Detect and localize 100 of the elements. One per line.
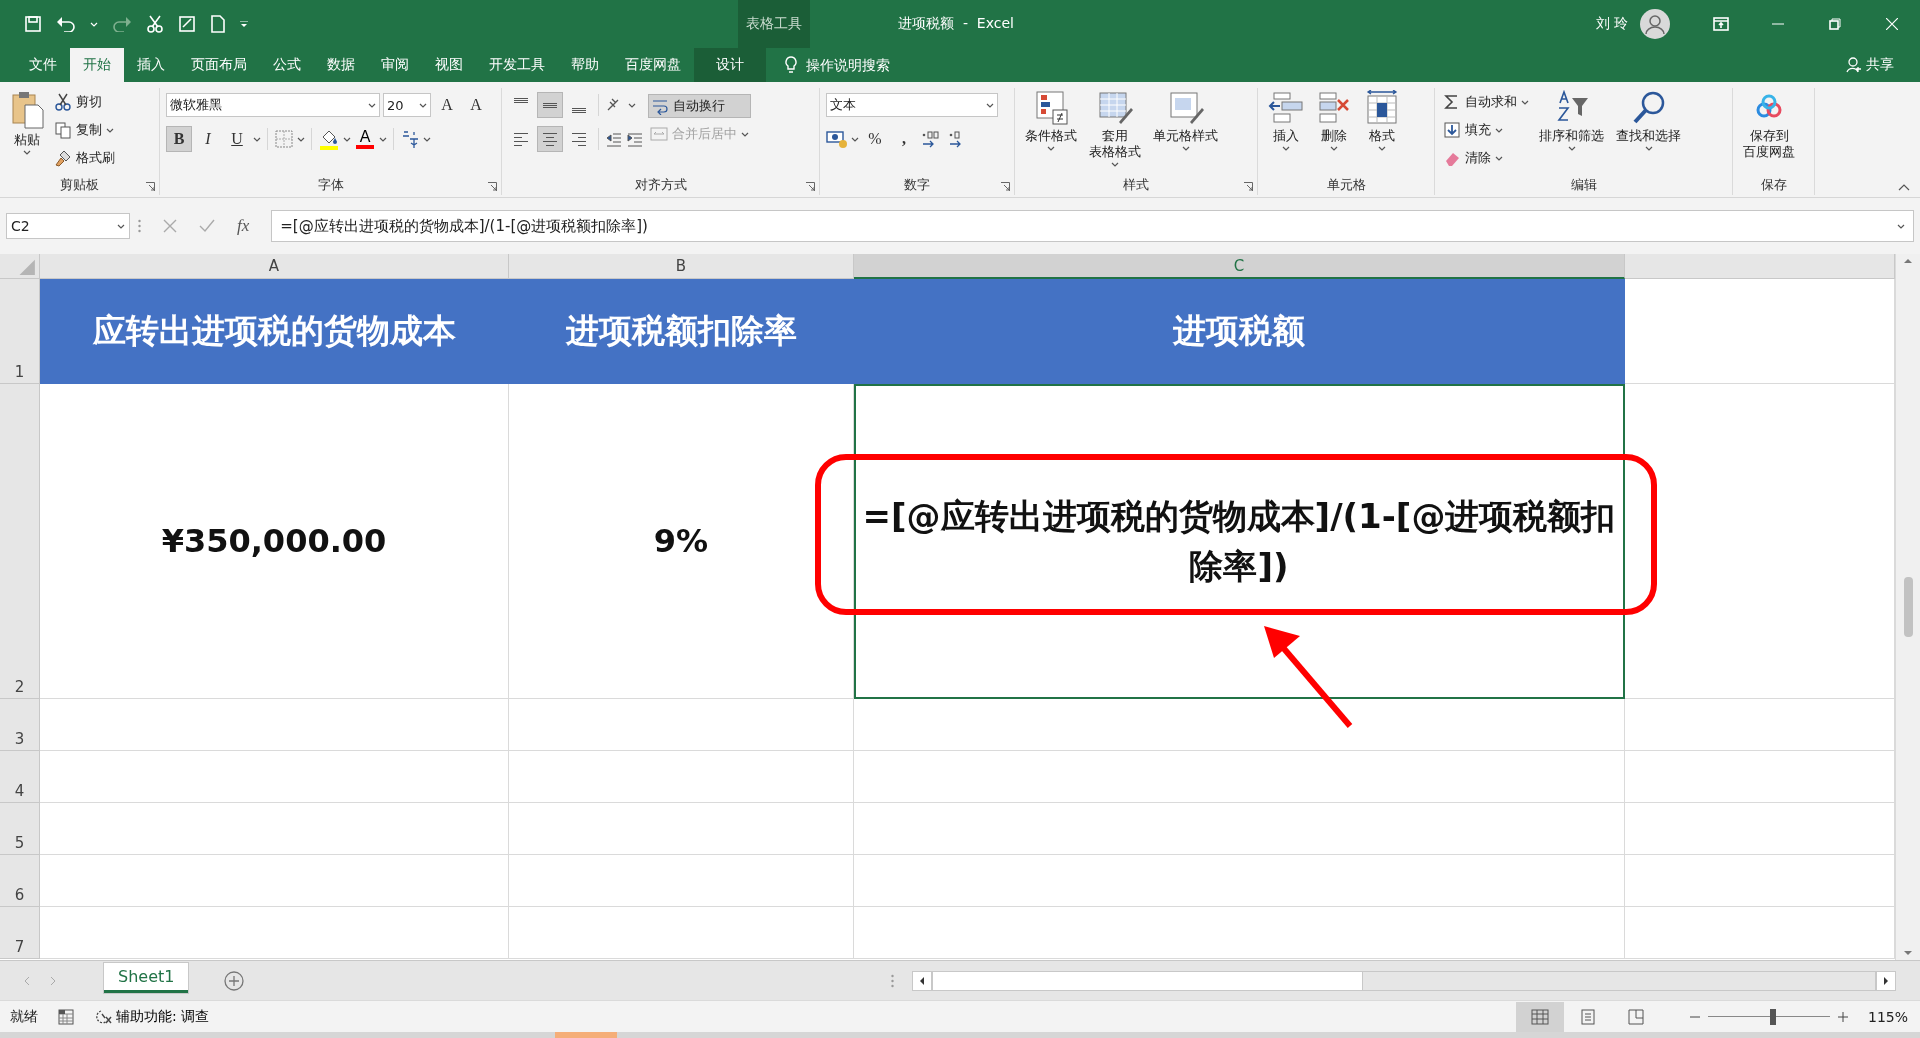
sheet-tab[interactable]: Sheet1 xyxy=(104,962,189,993)
zoom-level[interactable]: 115% xyxy=(1868,1008,1908,1025)
column-header[interactable]: C xyxy=(854,254,1625,279)
caret-icon[interactable] xyxy=(1111,162,1119,167)
dropdown-caret-icon[interactable] xyxy=(986,102,994,108)
row-header[interactable]: 2 xyxy=(0,384,40,699)
comma-style-button[interactable]: , xyxy=(891,126,917,152)
caret-icon[interactable] xyxy=(1282,146,1290,151)
empty-cell[interactable] xyxy=(854,855,1625,907)
caret-icon[interactable] xyxy=(1495,155,1503,161)
row-header[interactable]: 7 xyxy=(0,907,40,959)
ribbon-tab[interactable]: 审阅 xyxy=(368,48,422,82)
percent-style-button[interactable]: % xyxy=(862,126,888,152)
empty-cell[interactable] xyxy=(854,699,1625,751)
ribbon-tab[interactable]: 公式 xyxy=(260,48,314,82)
conditional-formatting-button[interactable]: 条件格式 xyxy=(1021,88,1081,175)
row-header[interactable]: 1 xyxy=(0,279,40,384)
header-cell[interactable]: 进项税额 xyxy=(854,279,1625,384)
customize-icon[interactable] xyxy=(240,21,248,27)
find-select-button[interactable]: 查找和选择 xyxy=(1612,88,1685,175)
share-button[interactable]: 共享 xyxy=(1840,48,1900,82)
empty-cell[interactable] xyxy=(854,803,1625,855)
print-preview-icon[interactable] xyxy=(178,15,196,33)
zoom-slider-thumb[interactable] xyxy=(1769,1008,1776,1025)
empty-cell[interactable] xyxy=(509,699,854,751)
dialog-launcher-icon[interactable] xyxy=(488,182,497,191)
formula-field[interactable]: =[@应转出进项税的货物成本]/(1-[@进项税额扣除率]) xyxy=(271,210,1914,242)
add-sheet-icon[interactable] xyxy=(224,970,245,991)
save-to-cloud-button[interactable]: 保存到 百度网盘 xyxy=(1739,88,1799,175)
header-cell[interactable]: 应转出进项税的货物成本 xyxy=(40,279,509,384)
copy-button[interactable]: 复制 xyxy=(52,118,117,142)
dialog-launcher-icon[interactable] xyxy=(1244,182,1253,191)
caret-icon[interactable] xyxy=(1330,146,1338,151)
expand-caret-icon[interactable] xyxy=(1897,223,1905,229)
zoom-in-icon[interactable] xyxy=(1838,1011,1848,1022)
table-cell[interactable]: ¥350,000.00 xyxy=(40,384,509,699)
italic-button[interactable]: I xyxy=(195,126,221,152)
name-box[interactable]: C2 xyxy=(6,213,130,239)
normal-view-button[interactable] xyxy=(1516,1001,1564,1032)
ribbon-tab[interactable]: 帮助 xyxy=(558,48,612,82)
caret-icon[interactable] xyxy=(1495,127,1503,133)
empty-cell[interactable] xyxy=(509,751,854,803)
paste-button[interactable]: 粘贴 xyxy=(6,88,48,175)
scroll-up-icon[interactable] xyxy=(1903,258,1913,264)
header-cell[interactable]: 进项税额扣除率 xyxy=(509,279,854,384)
phonetic-guide-icon[interactable] xyxy=(400,129,420,149)
cut-button[interactable]: 剪切 xyxy=(52,90,117,114)
caret-icon[interactable] xyxy=(1047,146,1055,151)
avatar-icon[interactable] xyxy=(1640,9,1670,39)
scissors-icon[interactable] xyxy=(146,15,164,33)
empty-cell[interactable] xyxy=(854,907,1625,959)
format-cells-button[interactable]: 格式 xyxy=(1360,88,1404,175)
scroll-right-button[interactable] xyxy=(1876,970,1896,991)
autosum-button[interactable]: 自动求和 xyxy=(1441,90,1531,114)
ribbon-tab[interactable]: 设计 xyxy=(694,48,766,82)
caret-icon[interactable] xyxy=(297,136,305,142)
wrap-text-button[interactable]: 自动换行 xyxy=(648,94,751,118)
fill-color-icon[interactable] xyxy=(318,128,340,150)
increase-font-size-button[interactable]: A xyxy=(434,92,460,118)
font-color-button[interactable]: A xyxy=(354,129,376,149)
insert-function-button[interactable]: fx xyxy=(237,216,250,236)
caret-icon[interactable] xyxy=(851,136,859,142)
bold-button[interactable]: B xyxy=(166,126,192,152)
insert-cells-button[interactable]: 插入 xyxy=(1264,88,1308,175)
empty-cell[interactable] xyxy=(854,751,1625,803)
number-format-field[interactable]: 文本 xyxy=(826,93,998,117)
grip-icon[interactable] xyxy=(891,973,894,988)
caret-icon[interactable] xyxy=(1567,146,1576,151)
caret-icon[interactable] xyxy=(1644,146,1653,151)
clear-button[interactable]: 清除 xyxy=(1441,146,1531,170)
macro-record-icon[interactable] xyxy=(58,1008,74,1025)
font-size-field[interactable]: 20 xyxy=(383,93,431,117)
dropdown-caret-icon[interactable] xyxy=(368,102,376,108)
font-name-field[interactable]: 微软雅黑 xyxy=(166,93,380,117)
user-name[interactable]: 刘 玲 xyxy=(1595,15,1628,33)
caret-icon[interactable] xyxy=(106,127,114,133)
center-button[interactable] xyxy=(537,126,563,152)
scrollbar-thumb[interactable] xyxy=(1903,577,1913,637)
ribbon-tab[interactable]: 开始 xyxy=(70,48,124,82)
currency-icon[interactable] xyxy=(826,129,848,149)
caret-icon[interactable] xyxy=(343,136,351,142)
format-painter-button[interactable]: 格式刷 xyxy=(52,146,117,170)
decrease-font-size-button[interactable]: A xyxy=(463,92,489,118)
column-header[interactable]: A xyxy=(40,254,509,279)
empty-cell[interactable] xyxy=(509,907,854,959)
collapse-ribbon-icon[interactable] xyxy=(1898,184,1910,191)
ribbon-tab[interactable]: 数据 xyxy=(314,48,368,82)
caret-icon[interactable] xyxy=(1378,146,1386,151)
ribbon-tab[interactable]: 页面布局 xyxy=(178,48,260,82)
ribbon-tab[interactable]: 开发工具 xyxy=(476,48,558,82)
fill-button[interactable]: 填充 xyxy=(1441,118,1531,142)
column-header[interactable]: B xyxy=(509,254,854,279)
dialog-launcher-icon[interactable] xyxy=(146,182,155,191)
row-header[interactable]: 6 xyxy=(0,855,40,907)
row-header[interactable]: 5 xyxy=(0,803,40,855)
ribbon-tab[interactable]: 文件 xyxy=(16,48,70,82)
new-document-icon[interactable] xyxy=(210,15,226,33)
underline-button[interactable]: U xyxy=(224,126,250,152)
tell-me-search-field[interactable]: 操作说明搜索 xyxy=(806,57,906,73)
scroll-left-button[interactable] xyxy=(912,970,932,991)
